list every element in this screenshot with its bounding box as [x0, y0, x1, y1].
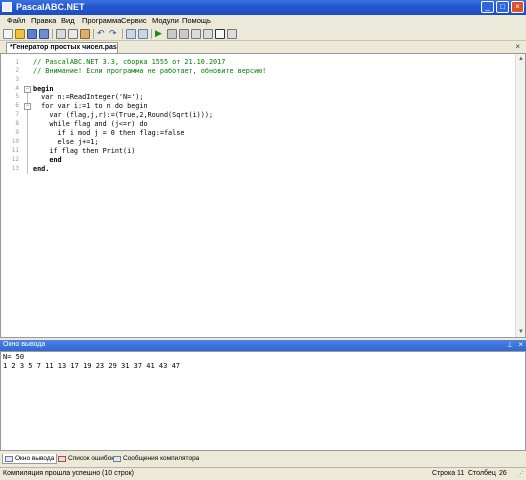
- output-line: N= 50: [3, 353, 25, 361]
- output-window-icon: [5, 456, 13, 462]
- toolbar: ↶ ↷ ▶: [0, 27, 526, 41]
- maximize-button[interactable]: □: [496, 1, 509, 13]
- code-editor[interactable]: 1 2 3 4 5 6 7 8 9 10 11 12 13 − − // Pas…: [0, 53, 526, 338]
- line-number: 4: [15, 85, 19, 92]
- line-number: 10: [11, 138, 19, 145]
- resize-grip-icon[interactable]: ⋰: [517, 470, 524, 478]
- code-line: else j+=1;: [33, 138, 99, 146]
- scroll-down-icon[interactable]: ▼: [518, 329, 524, 335]
- menu-view[interactable]: Вид: [61, 16, 75, 25]
- output-window[interactable]: N= 50 1 2 3 5 7 11 13 17 19 23 29 31 37 …: [0, 351, 526, 451]
- code-line: // PascalABC.NET 3.3, сборка 1555 от 21.…: [33, 58, 226, 66]
- code-line: var (flag,j,r):=(True,2,Round(Sqrt(i)));: [33, 111, 214, 119]
- line-number: 8: [15, 120, 19, 127]
- scroll-up-icon[interactable]: ▲: [518, 56, 524, 62]
- tab-label: Окно вывода: [15, 455, 55, 462]
- line-number: 5: [15, 93, 19, 100]
- code-line: if i mod j = 0 then flag:=false: [33, 129, 185, 137]
- line-number-gutter: 1 2 3 4 5 6 7 8 9 10 11 12 13: [1, 54, 23, 337]
- line-number: 6: [15, 102, 19, 109]
- cursor-col-label: Столбец: [468, 470, 496, 477]
- cursor-col-value: 26: [499, 470, 507, 477]
- undo-icon[interactable]: ↶: [97, 29, 107, 39]
- save-icon[interactable]: [27, 29, 37, 39]
- new-file-icon[interactable]: [3, 29, 13, 39]
- pin-icon[interactable]: ⊥: [507, 341, 513, 349]
- output-panel-header: Окно вывода ⊥ ×: [0, 340, 526, 351]
- menu-bar: Файл Правка Вид Программа Сервис Модули …: [0, 15, 526, 27]
- menu-file[interactable]: Файл: [7, 16, 25, 25]
- line-number: 7: [15, 111, 19, 118]
- menu-modules[interactable]: Модули: [152, 16, 179, 25]
- tab-label: Сообщения компилятора: [123, 455, 200, 462]
- line-number: 9: [15, 129, 19, 136]
- fold-guide: [27, 88, 28, 174]
- status-bar: Компиляция прошла успешно (10 строк) Стр…: [0, 467, 526, 480]
- redo-icon[interactable]: ↷: [109, 29, 119, 39]
- code-line: begin: [33, 85, 54, 93]
- stop-icon[interactable]: [179, 29, 189, 39]
- output-panel-title: Окно вывода: [3, 341, 46, 348]
- code-line: while flag and (j<=r) do: [33, 120, 148, 128]
- menu-service[interactable]: Сервис: [121, 16, 147, 25]
- compile-icon[interactable]: [167, 29, 177, 39]
- fold-toggle-icon[interactable]: −: [24, 86, 31, 93]
- line-number: 3: [15, 76, 19, 83]
- format-icon[interactable]: [227, 29, 237, 39]
- output-window-icon[interactable]: [215, 29, 225, 39]
- tab-output-window[interactable]: Окно вывода: [2, 454, 58, 464]
- paste-icon[interactable]: [80, 29, 90, 39]
- code-line: for var i:=1 to n do begin: [33, 102, 148, 110]
- run-icon[interactable]: ▶: [155, 29, 165, 39]
- line-number: 2: [15, 67, 19, 74]
- code-line: var n:=ReadInteger('N=');: [33, 93, 144, 101]
- line-number: 1: [15, 59, 19, 66]
- code-line: end.: [33, 165, 50, 173]
- fold-toggle-icon[interactable]: −: [24, 103, 31, 110]
- tab-error-list[interactable]: Список ошибок: [56, 454, 116, 464]
- status-message: Компиляция прошла успешно (10 строк): [3, 470, 135, 477]
- copy-icon[interactable]: [68, 29, 78, 39]
- cut-icon[interactable]: [56, 29, 66, 39]
- open-folder-icon[interactable]: [15, 29, 25, 39]
- code-line: // Внимание! Если программа не работает,…: [33, 67, 267, 75]
- output-line: 1 2 3 5 7 11 13 17 19 23 29 31 37 41 43 …: [3, 362, 181, 370]
- cursor-row-label: Строка: [432, 470, 456, 477]
- toolbar-separator: [151, 29, 152, 39]
- toolbar-separator: [52, 29, 53, 39]
- cursor-row-value: 11: [457, 470, 465, 477]
- line-number: 11: [11, 147, 19, 154]
- toolbar-separator: [93, 29, 94, 39]
- editor-tab-bar: *Генератор простых чисел.pas ×: [0, 41, 526, 53]
- step-into-icon[interactable]: [203, 29, 213, 39]
- toolbar-separator: [122, 29, 123, 39]
- menu-help[interactable]: Помощь: [182, 16, 211, 25]
- minimize-button[interactable]: _: [481, 1, 494, 13]
- code-line: if flag then Print(i): [33, 147, 136, 155]
- editor-scrollbar[interactable]: ▲ ▼: [515, 54, 525, 337]
- menu-program[interactable]: Программа: [82, 16, 121, 25]
- close-tab-icon[interactable]: ×: [515, 42, 520, 51]
- replace-icon[interactable]: [138, 29, 148, 39]
- line-number: 12: [11, 156, 19, 163]
- compiler-messages-icon: [113, 456, 121, 462]
- find-icon[interactable]: [126, 29, 136, 39]
- line-number: 13: [11, 165, 19, 172]
- close-button[interactable]: ×: [511, 1, 524, 13]
- step-icon[interactable]: [191, 29, 201, 39]
- error-list-icon: [58, 456, 66, 462]
- tab-source-file[interactable]: *Генератор простых чисел.pas: [6, 42, 118, 53]
- menu-edit[interactable]: Правка: [31, 16, 56, 25]
- close-panel-icon[interactable]: ×: [518, 340, 523, 349]
- save-all-icon[interactable]: [39, 29, 49, 39]
- window-title: PascalABC.NET: [16, 2, 85, 12]
- tab-compiler-messages[interactable]: Сообщения компилятора: [111, 454, 201, 464]
- bottom-tab-bar: Окно вывода Список ошибок Сообщения комп…: [0, 453, 526, 465]
- tab-label: Список ошибок: [68, 455, 115, 462]
- code-line: end: [33, 156, 62, 164]
- title-bar: PascalABC.NET _ □ ×: [0, 0, 526, 15]
- app-icon: [2, 2, 12, 12]
